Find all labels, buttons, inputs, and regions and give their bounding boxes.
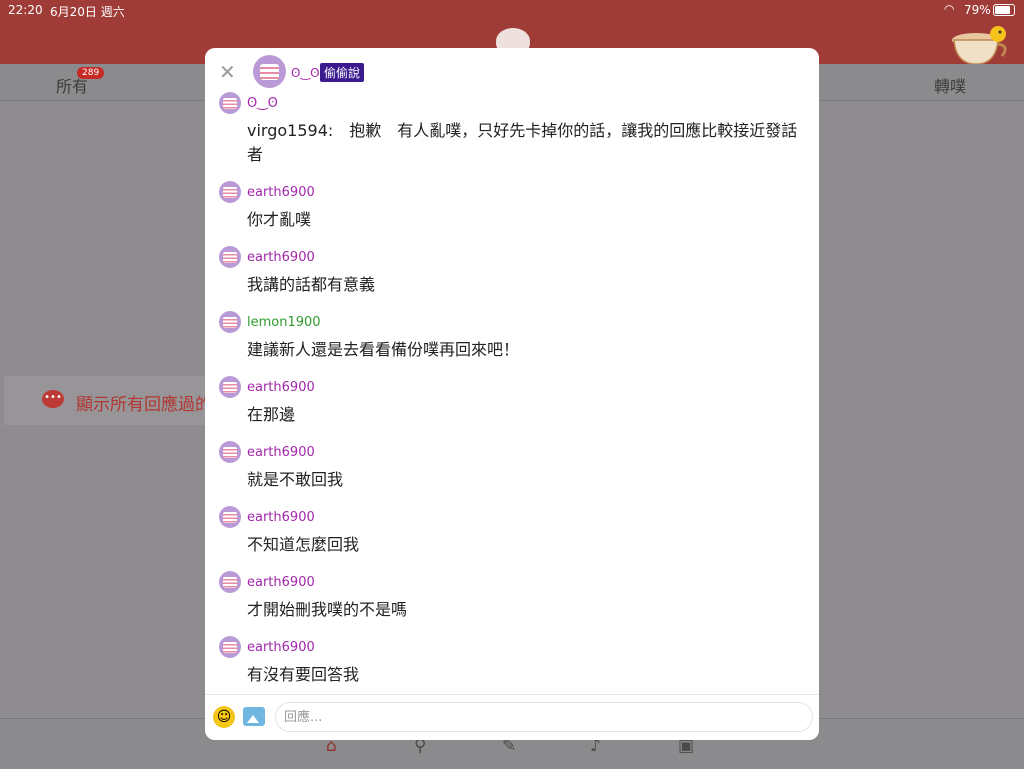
response-text: 有沒有要回答我 [247, 665, 360, 684]
responder-avatar[interactable] [219, 571, 241, 593]
response-text: 不知道怎麼回我 [247, 535, 360, 554]
poster-avatar [253, 55, 286, 88]
reply-input[interactable] [275, 702, 813, 732]
responder-avatar[interactable] [219, 636, 241, 658]
response-text: 才開始刪我噗的不是嗎 [247, 600, 408, 619]
responder-avatar[interactable] [219, 246, 241, 268]
responder-name[interactable]: earth6900 [247, 575, 315, 590]
response-text: 我講的話都有意義 [247, 275, 376, 294]
speech-bubble-icon: ••• [42, 390, 64, 408]
status-bar: 22:20 6月20日 週六 ◠ 79% [0, 0, 1024, 20]
poster-name[interactable]: ʘ‿ʘ [291, 66, 320, 80]
responder-avatar[interactable] [219, 181, 241, 203]
responder-name[interactable]: ʘ‿ʘ [247, 96, 278, 111]
responder-name[interactable]: lemon1900 [247, 315, 321, 330]
responder-avatar[interactable] [219, 506, 241, 528]
responder-avatar[interactable] [219, 376, 241, 398]
response-list[interactable]: ʘ‿ʘ virgo1594: 抱歉 有人亂噗，只好先卡掉你的話，讓我的回應比較接近… [205, 92, 819, 694]
response-text: virgo1594: 抱歉 有人亂噗，只好先卡掉你的話，讓我的回應比較接近發話者 [247, 121, 798, 164]
image-upload-icon[interactable] [243, 707, 265, 726]
responder-avatar[interactable] [219, 441, 241, 463]
unread-count-badge: 289 [77, 67, 105, 79]
tab-replurk[interactable]: 轉噗 [934, 73, 966, 97]
close-icon[interactable]: ✕ [219, 60, 236, 84]
whisper-badge: 偷偷說 [320, 63, 365, 82]
responder-name[interactable]: earth6900 [247, 510, 315, 525]
responder-avatar[interactable] [219, 311, 241, 333]
responder-name[interactable]: earth6900 [247, 380, 315, 395]
response-text: 你才亂噗 [247, 210, 312, 229]
status-date: 6月20日 週六 [50, 5, 125, 19]
response-text: 就是不敢回我 [247, 470, 344, 489]
reply-bar: ☺ [205, 694, 819, 740]
emoji-icon[interactable]: ☺ [213, 706, 235, 728]
responder-avatar[interactable] [219, 92, 241, 114]
responder-name[interactable]: earth6900 [247, 445, 315, 460]
plurk-responses-dialog: ✕ ʘ‿ʘ 偷偷說 ʘ‿ʘ virgo1594: 抱歉 有人亂噗，只好先卡掉你的話… [205, 48, 819, 740]
responder-name[interactable]: earth6900 [247, 250, 315, 265]
response-text: 建議新人還是去看看備份噗再回來吧！ [247, 340, 520, 359]
show-all-responses-label: 顯示所有回應過的 [76, 395, 212, 415]
wifi-icon: ◠ [944, 2, 955, 16]
battery-percent: 79% [964, 3, 991, 17]
battery-icon [993, 4, 1015, 16]
mascot-cup-icon [952, 26, 1007, 65]
responder-name[interactable]: earth6900 [247, 640, 315, 655]
response-text: 在那邊 [247, 405, 296, 424]
status-time: 22:20 [8, 3, 43, 17]
responder-name[interactable]: earth6900 [247, 185, 315, 200]
